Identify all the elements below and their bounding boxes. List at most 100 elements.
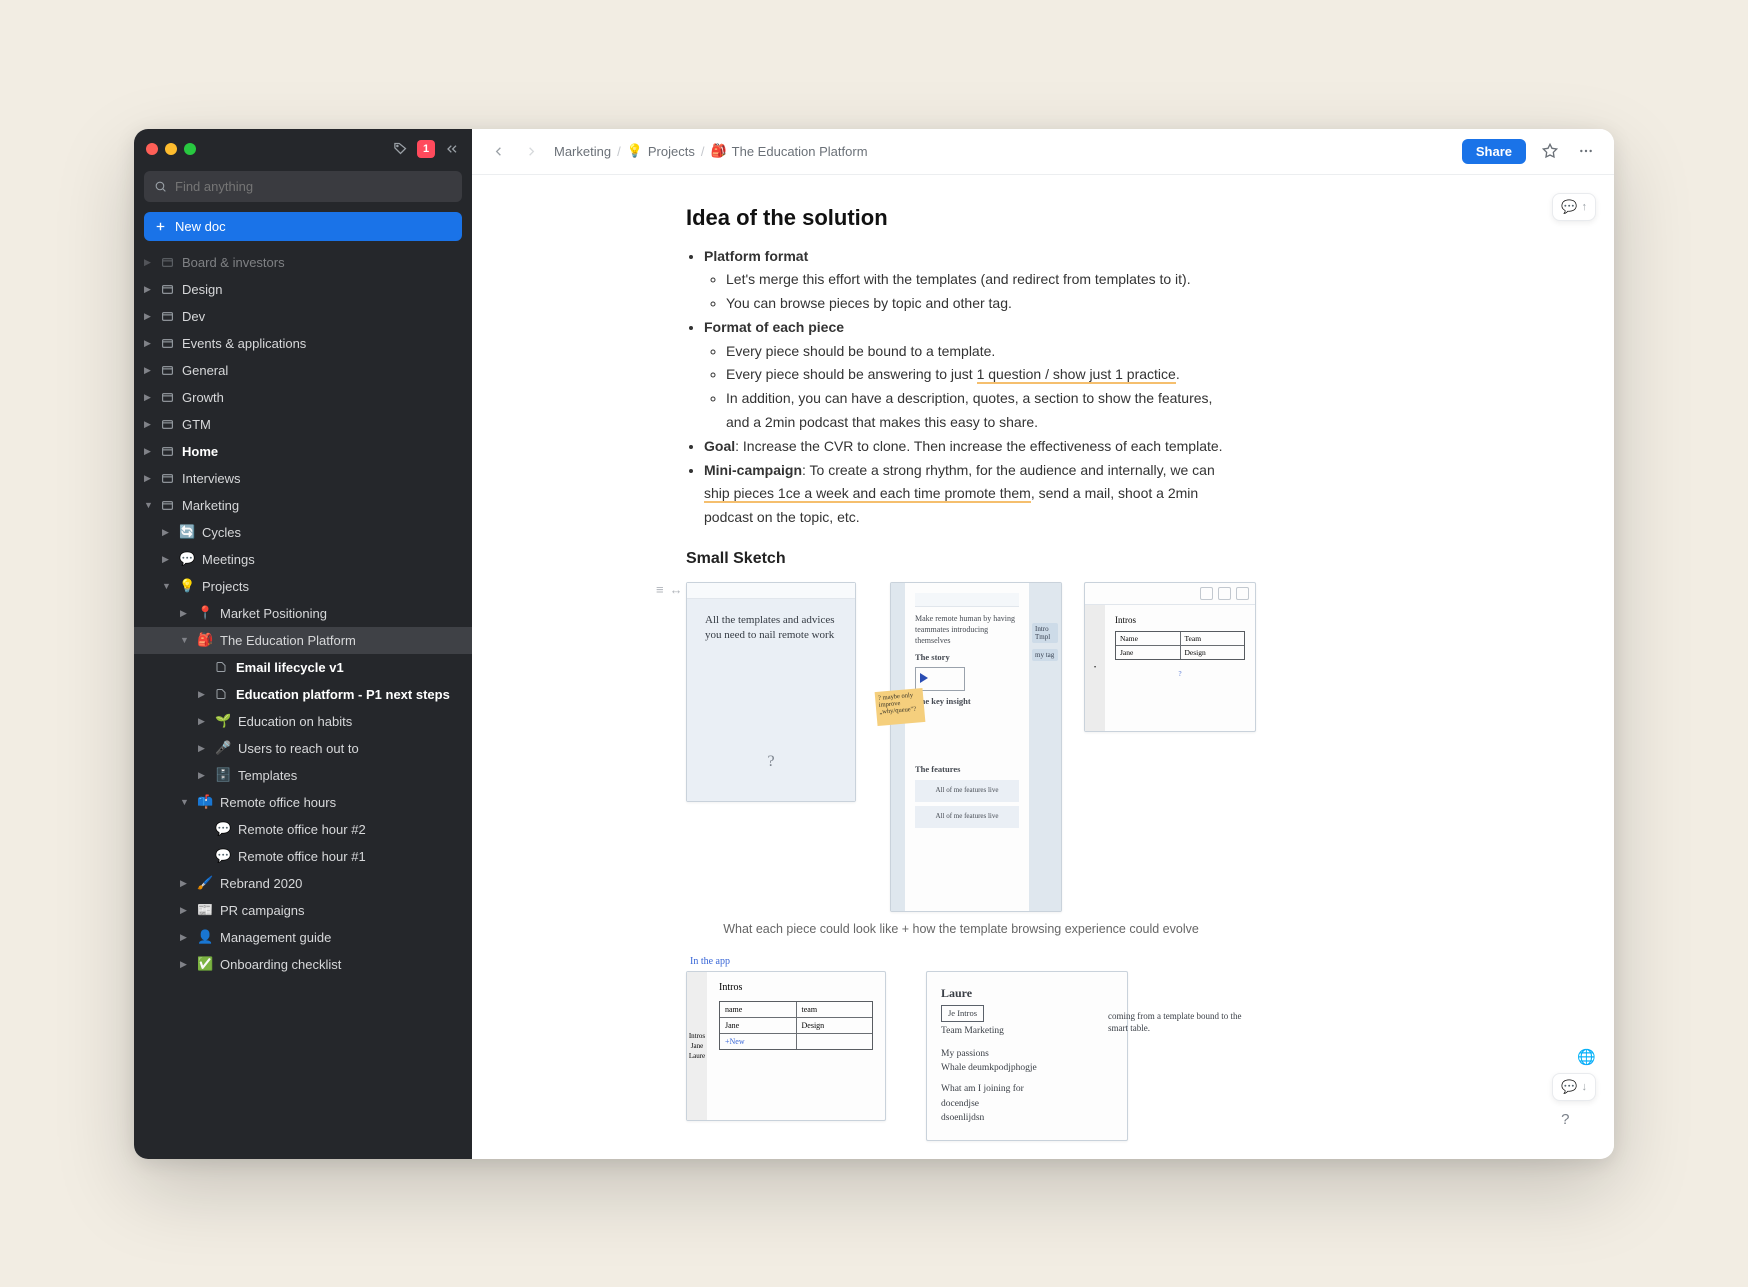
maximize-window-icon[interactable] <box>184 143 196 155</box>
search-box[interactable] <box>144 171 462 202</box>
close-window-icon[interactable] <box>146 143 158 155</box>
arrow-up-icon: ↑ <box>1582 201 1588 213</box>
breadcrumb-projects[interactable]: 💡Projects <box>627 143 695 159</box>
sketch-mock-3: • Intros NameTeam JaneDesign ? <box>1084 582 1256 732</box>
window-controls[interactable] <box>146 143 196 155</box>
collapse-sidebar-icon[interactable] <box>442 139 462 159</box>
globe-icon[interactable]: 🌐 <box>1577 1049 1596 1066</box>
plus-icon <box>154 220 167 233</box>
resize-icon[interactable]: ↔ <box>670 582 683 597</box>
mic-icon: 🎤 <box>215 740 231 756</box>
star-button[interactable] <box>1538 139 1562 163</box>
comment-icon: 💬 <box>1561 199 1577 215</box>
new-doc-label: New doc <box>175 219 226 234</box>
document-content[interactable]: 💬↑ 🌐 💬↓ ? Idea of the solution Platform … <box>472 175 1614 1159</box>
sidebar-item-general[interactable]: ▶General <box>134 357 472 384</box>
drawer-icon: 🗄️ <box>215 767 231 783</box>
sidebar-item-marketing[interactable]: ▼Marketing <box>134 492 472 519</box>
sidebar-item-gtm[interactable]: ▶GTM <box>134 411 472 438</box>
help-button[interactable]: ? <box>1552 1107 1578 1133</box>
sidebar-item-pr[interactable]: ▶📰PR campaigns <box>134 897 472 924</box>
sidebar-item-board[interactable]: ▶ Board & investors <box>134 249 472 276</box>
comment-icon: 💬 <box>1561 1079 1577 1095</box>
highlighted-text[interactable]: ship pieces 1ce a week and each time pro… <box>704 485 1031 503</box>
share-button[interactable]: Share <box>1462 139 1526 164</box>
search-input[interactable] <box>175 179 452 194</box>
sidebar-item-meetings[interactable]: ▶💬Meetings <box>134 546 472 573</box>
forward-button[interactable] <box>521 141 542 162</box>
highlighted-text[interactable]: 1 question / show just 1 practice <box>977 366 1176 384</box>
sidebar-item-design[interactable]: ▶Design <box>134 276 472 303</box>
sidebar-item-office-h2[interactable]: 💬Remote office hour #2 <box>134 816 472 843</box>
seedling-icon: 🌱 <box>215 713 231 729</box>
sketch-block-1: ≡ ↔ All the templates and advices you ne… <box>686 582 1236 936</box>
news-icon: 📰 <box>197 902 213 918</box>
breadcrumb-marketing[interactable]: Marketing <box>554 144 611 159</box>
new-doc-button[interactable]: New doc <box>144 212 462 241</box>
app-window: 1 New doc ▶ Board & investors ▶Design ▶D… <box>134 129 1614 1159</box>
chat-icon: 💬 <box>215 821 231 837</box>
notification-badge[interactable]: 1 <box>417 140 435 158</box>
backpack-icon: 🎒 <box>197 632 213 648</box>
sidebar-item-interviews[interactable]: ▶Interviews <box>134 465 472 492</box>
sidebar-item-office-h1[interactable]: 💬Remote office hour #1 <box>134 843 472 870</box>
sidebar-item-users-reach[interactable]: ▶🎤Users to reach out to <box>134 735 472 762</box>
comment-nav-top: 💬↑ <box>1552 193 1596 221</box>
comment-down-button[interactable]: 💬↓ <box>1552 1073 1596 1101</box>
sidebar-item-edu-p1[interactable]: ▶Education platform - P1 next steps <box>134 681 472 708</box>
sidebar-item-events[interactable]: ▶Events & applications <box>134 330 472 357</box>
main: Marketing / 💡Projects / 🎒The Education P… <box>472 129 1614 1159</box>
sidebar-item-office-hours[interactable]: ▼📫Remote office hours <box>134 789 472 816</box>
sketch-mock-1: All the templates and advices you need t… <box>686 582 856 802</box>
search-icon <box>154 180 167 193</box>
sketch-mock-2: Make remote human by having teammates in… <box>890 582 1062 912</box>
drag-handle-icon[interactable]: ≡ <box>656 582 664 597</box>
sketch-mock-4: Intros Jane Laure Intros nameteam JaneDe… <box>686 971 886 1121</box>
sidebar-item-templates[interactable]: ▶🗄️Templates <box>134 762 472 789</box>
chat-icon: 💬 <box>215 848 231 864</box>
pin-icon: 📍 <box>197 605 213 621</box>
sidebar-item-education-platform[interactable]: ▼🎒The Education Platform <box>134 627 472 654</box>
bottom-floats: 🌐 💬↓ ? <box>1552 1048 1596 1133</box>
cycles-icon: 🔄 <box>179 524 195 540</box>
sidebar-item-rebrand[interactable]: ▶🖌️Rebrand 2020 <box>134 870 472 897</box>
sidebar-item-edu-habits[interactable]: ▶🌱Education on habits <box>134 708 472 735</box>
heading-sketch: Small Sketch <box>686 550 1236 568</box>
mailbox-icon: 📫 <box>197 794 213 810</box>
tool-icon <box>1236 587 1249 600</box>
sidebar-item-home[interactable]: ▶Home <box>134 438 472 465</box>
sidebar-item-onboard[interactable]: ▶✅Onboarding checklist <box>134 951 472 978</box>
bulb-icon: 💡 <box>627 143 643 159</box>
bullet-list: Platform format Let's merge this effort … <box>686 245 1236 531</box>
sidebar-item-mgmt[interactable]: ▶👤Management guide <box>134 924 472 951</box>
person-icon: 👤 <box>197 929 213 945</box>
minimize-window-icon[interactable] <box>165 143 177 155</box>
sidebar-item-email-lifecycle[interactable]: Email lifecycle v1 <box>134 654 472 681</box>
heading-idea: Idea of the solution <box>686 205 1236 231</box>
breadcrumb: Marketing / 💡Projects / 🎒The Education P… <box>554 143 1450 159</box>
sketch-mock-5: Laure Je Intros Team Marketing My passio… <box>926 971 1128 1141</box>
sidebar: 1 New doc ▶ Board & investors ▶Design ▶D… <box>134 129 472 1159</box>
sidebar-item-cycles[interactable]: ▶🔄Cycles <box>134 519 472 546</box>
check-icon: ✅ <box>197 956 213 972</box>
arrow-down-icon: ↓ <box>1582 1081 1588 1093</box>
tag-icon[interactable] <box>390 139 410 159</box>
meetings-icon: 💬 <box>179 551 195 567</box>
sketch-block-2: Intros Jane Laure Intros nameteam JaneDe… <box>686 971 1236 1141</box>
sidebar-item-growth[interactable]: ▶Growth <box>134 384 472 411</box>
sidebar-item-projects[interactable]: ▼💡Projects <box>134 573 472 600</box>
tool-icon <box>1218 587 1231 600</box>
sidebar-item-dev[interactable]: ▶Dev <box>134 303 472 330</box>
brush-icon: 🖌️ <box>197 875 213 891</box>
sticky-note: ? maybe only improve „why/queue"? <box>875 688 926 726</box>
in-app-label: In the app <box>690 956 1236 967</box>
sketch-caption: What each piece could look like + how th… <box>686 922 1236 936</box>
tool-icon <box>1200 587 1213 600</box>
sidebar-top: 1 <box>134 129 472 165</box>
breadcrumb-current[interactable]: 🎒The Education Platform <box>710 143 867 159</box>
more-button[interactable] <box>1574 139 1598 163</box>
sidebar-tree[interactable]: ▶ Board & investors ▶Design ▶Dev ▶Events… <box>134 249 472 1159</box>
back-button[interactable] <box>488 141 509 162</box>
sidebar-item-market-pos[interactable]: ▶📍Market Positioning <box>134 600 472 627</box>
comment-up-button[interactable]: 💬↑ <box>1552 193 1596 221</box>
